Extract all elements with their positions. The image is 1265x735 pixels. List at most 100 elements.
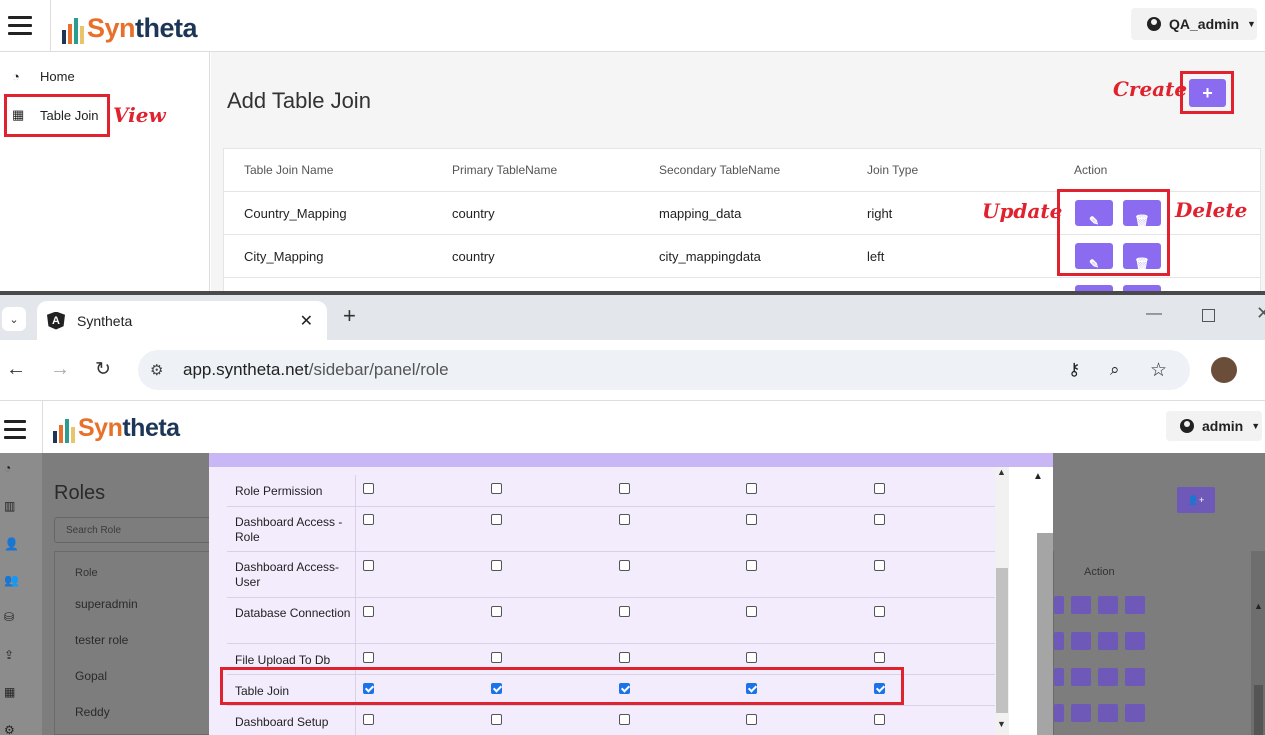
permission-checkbox[interactable]	[491, 714, 502, 725]
hamburger-menu-icon[interactable]	[8, 16, 32, 40]
site-settings-icon[interactable]: ⚙	[150, 361, 174, 379]
assign-button[interactable]	[1071, 596, 1091, 614]
table-scrollbar[interactable]: ▲	[1251, 551, 1265, 735]
permission-checkbox[interactable]	[619, 652, 630, 663]
assign-button[interactable]	[1071, 668, 1091, 686]
dialog-scrollbar[interactable]: ▲ ▼	[995, 467, 1009, 735]
upload-icon[interactable]: ⇪	[4, 648, 14, 662]
permission-checkbox[interactable]	[491, 483, 502, 494]
assign-button[interactable]	[1071, 704, 1091, 722]
permission-checkbox[interactable]	[491, 652, 502, 663]
table-cell: country	[452, 206, 495, 221]
permission-checkbox[interactable]	[619, 483, 630, 494]
database-icon[interactable]: ⛁	[4, 610, 14, 624]
users-icon[interactable]: 👥	[4, 573, 19, 587]
permission-checkbox[interactable]	[874, 560, 885, 571]
delete-button[interactable]	[1125, 632, 1145, 650]
delete-button[interactable]	[1125, 668, 1145, 686]
edit-button[interactable]	[1054, 668, 1064, 686]
create-highlight-box	[1180, 71, 1234, 114]
forward-icon[interactable]: →	[50, 358, 70, 381]
permission-row: Dashboard Access - Role	[227, 507, 995, 552]
add-role-button[interactable]: 👤+	[1177, 487, 1215, 513]
list-button[interactable]	[1098, 704, 1118, 722]
permission-checkbox[interactable]	[874, 714, 885, 725]
list-button[interactable]	[1098, 668, 1118, 686]
permission-checkbox[interactable]	[363, 606, 374, 617]
close-tab-icon[interactable]: ✕	[300, 311, 313, 331]
permission-checkbox[interactable]	[363, 714, 374, 725]
edit-button[interactable]	[1054, 596, 1064, 614]
permission-checkbox[interactable]	[874, 483, 885, 494]
permission-checkbox[interactable]	[746, 714, 757, 725]
password-key-icon[interactable]: ⚷	[1068, 360, 1080, 380]
column-header: Action	[1084, 566, 1115, 578]
chart-icon[interactable]: ▥	[4, 499, 15, 513]
assign-button[interactable]	[1071, 632, 1091, 650]
permission-checkbox[interactable]	[619, 560, 630, 571]
search-role-input[interactable]: Search Role	[54, 517, 214, 543]
scroll-up-icon[interactable]: ▲	[1033, 471, 1043, 482]
back-icon[interactable]: ←	[6, 358, 26, 381]
table-cell: City_Mapping	[244, 249, 324, 264]
permission-checkbox[interactable]	[746, 606, 757, 617]
browser-tab[interactable]: A Syntheta ✕	[37, 301, 327, 340]
permission-checkbox[interactable]	[874, 514, 885, 525]
user-menu-button[interactable]: QA_admin ▼	[1131, 8, 1257, 40]
permission-checkbox[interactable]	[491, 514, 502, 525]
close-window-icon[interactable]: ✕	[1256, 303, 1265, 324]
profile-avatar[interactable]	[1211, 357, 1237, 383]
scroll-up-icon[interactable]: ▲	[1254, 601, 1263, 611]
permission-checkbox[interactable]	[746, 652, 757, 663]
icon-sidebar: ◔ ▥ 👤 👥 ⛁ ⇪ ▦ ⚙	[0, 453, 42, 735]
address-bar[interactable]: ⚙ app.syntheta.net/sidebar/panel/role ⚷ …	[138, 350, 1190, 390]
dialog-header-band	[209, 453, 1053, 467]
permission-checkbox[interactable]	[363, 560, 374, 571]
permission-checkbox[interactable]	[491, 560, 502, 571]
permission-checkbox[interactable]	[746, 560, 757, 571]
logo-text-syn: Syn	[78, 414, 123, 442]
permission-checkbox[interactable]	[619, 714, 630, 725]
outer-scrollbar-thumb[interactable]	[1037, 533, 1053, 735]
settings-icon[interactable]: ⚙	[4, 723, 15, 735]
list-button[interactable]	[1098, 632, 1118, 650]
permission-checkbox[interactable]	[363, 514, 374, 525]
list-button[interactable]	[1098, 596, 1118, 614]
scroll-down-icon[interactable]: ▼	[997, 719, 1006, 729]
permission-checkbox[interactable]	[874, 606, 885, 617]
permission-checkbox[interactable]	[874, 652, 885, 663]
scrollbar-thumb[interactable]	[1254, 685, 1263, 735]
syntheta-logo: Syn theta	[53, 411, 180, 443]
reload-icon[interactable]: ↻	[95, 358, 111, 381]
permission-checkbox[interactable]	[619, 514, 630, 525]
dashboard-icon[interactable]: ◔	[4, 461, 11, 475]
sidebar-item-home[interactable]: ◔ Home	[12, 66, 75, 86]
user-icon[interactable]: 👤	[4, 537, 19, 551]
zoom-icon[interactable]: ⌕	[1110, 360, 1120, 380]
permission-checkbox[interactable]	[746, 483, 757, 494]
delete-button[interactable]	[1125, 704, 1145, 722]
permission-checkbox[interactable]	[619, 606, 630, 617]
update-annotation: Update	[982, 199, 1063, 223]
logo-text-syn: Syn	[87, 13, 136, 43]
permission-checkbox[interactable]	[491, 606, 502, 617]
edit-button[interactable]	[1054, 704, 1064, 722]
maximize-icon[interactable]	[1202, 309, 1215, 322]
delete-button[interactable]	[1125, 596, 1145, 614]
permission-checkbox[interactable]	[363, 652, 374, 663]
tab-search-icon[interactable]: ⌄	[2, 307, 26, 331]
dialog-right-panel: ▲	[1009, 467, 1053, 735]
role-name: Gopal	[75, 669, 108, 683]
permission-checkbox[interactable]	[363, 483, 374, 494]
new-tab-icon[interactable]: +	[343, 303, 356, 329]
minimize-icon[interactable]: —	[1146, 305, 1162, 323]
scrollbar-thumb[interactable]	[996, 568, 1008, 713]
edit-button[interactable]	[1054, 632, 1064, 650]
user-menu-button[interactable]: admin ▼	[1166, 411, 1262, 441]
bookmark-star-icon[interactable]: ☆	[1150, 359, 1167, 382]
hamburger-menu-icon[interactable]	[4, 420, 26, 444]
scroll-up-icon[interactable]: ▲	[997, 467, 1006, 477]
table-icon[interactable]: ▦	[4, 685, 15, 699]
roles-table-right: Action ▲	[1053, 551, 1265, 735]
permission-checkbox[interactable]	[746, 514, 757, 525]
